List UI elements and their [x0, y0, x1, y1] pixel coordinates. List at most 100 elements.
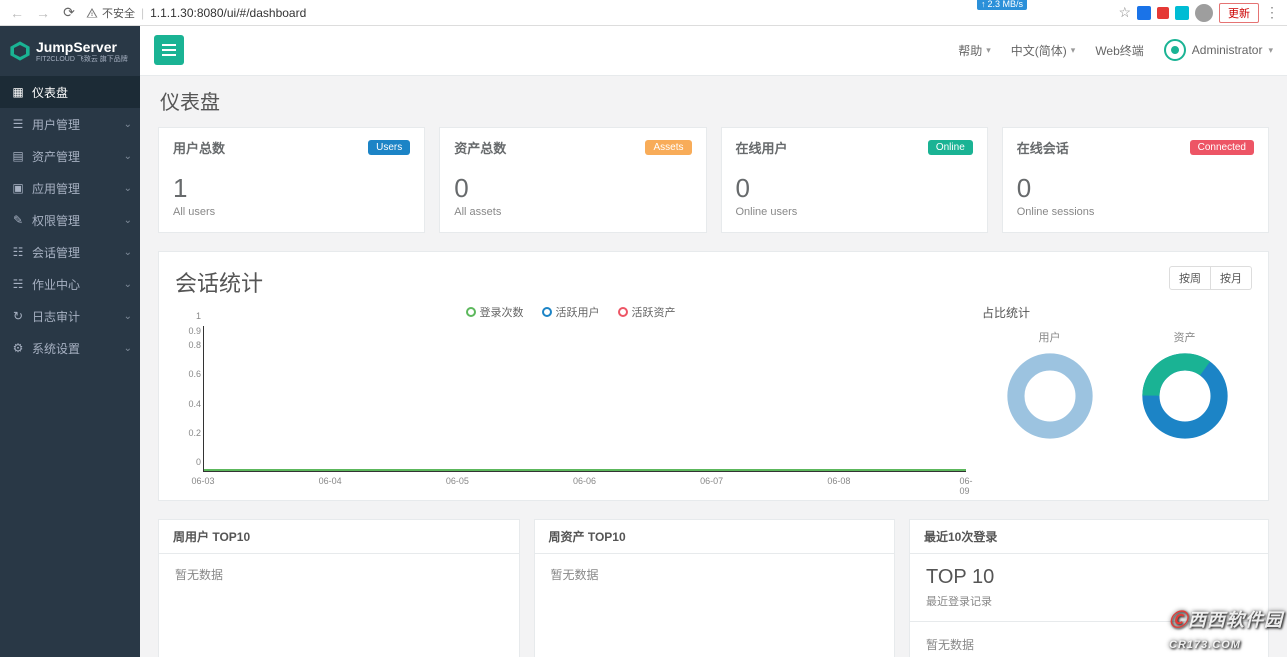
sidebar-item-6[interactable]: ☵作业中心⌄ — [0, 268, 140, 300]
browser-chrome: ← → ⟳ 不安全 | 1.1.1.30:8080/ui/#/dashboard… — [0, 0, 1287, 26]
not-secure-indicator[interactable]: 不安全 — [86, 5, 135, 21]
sidebar-item-4[interactable]: ✎权限管理⌄ — [0, 204, 140, 236]
chart-series-line — [204, 469, 966, 471]
card-badge: Online — [928, 140, 973, 155]
stat-cards-row: 用户总数Users1All users资产总数Assets0All assets… — [158, 127, 1269, 233]
empty-text: 暂无数据 — [910, 621, 1268, 657]
period-buttons: 按周 按月 — [1169, 266, 1252, 290]
menu-icon: ⚙ — [10, 341, 26, 355]
menu-label: 日志审计 — [32, 308, 80, 325]
sidebar-item-7[interactable]: ↻ 日志审计 ⌄ — [0, 300, 140, 332]
bottom-row: 周用户 TOP10 暂无数据 周资产 TOP10 暂无数据 最近10次登录 TO… — [158, 519, 1269, 657]
sidebar-toggle[interactable] — [154, 35, 184, 65]
top10-title: TOP 10 — [926, 566, 1252, 589]
donut-user-label: 用户 — [1005, 329, 1095, 345]
line-chart: 登录次数 活跃用户 活跃资产 00.20.40.60.80.91 06-0306… — [175, 304, 966, 486]
x-tick: 06-05 — [446, 476, 469, 486]
panel-title: 周用户 TOP10 — [159, 520, 519, 554]
panel-title: 最近10次登录 — [910, 520, 1268, 554]
sidebar-item-0[interactable]: ▦ 仪表盘 — [0, 76, 140, 108]
menu-icon: ↻ — [10, 309, 26, 323]
card-sub: Online users — [736, 206, 973, 218]
menu-label: 系统设置 — [32, 340, 80, 357]
menu-icon: ▦ — [10, 85, 26, 99]
profile-avatar[interactable] — [1195, 4, 1213, 22]
lang-select[interactable]: 中文(简体)▾ — [1011, 42, 1076, 59]
chevron-down-icon: ▾ — [1268, 45, 1273, 56]
user-name: Administrator — [1192, 43, 1263, 57]
legend-item[interactable]: 活跃资产 — [618, 304, 676, 320]
chevron-down-icon: ⌄ — [124, 151, 132, 162]
chevron-down-icon: ⌄ — [124, 215, 132, 226]
x-tick: 06-03 — [191, 476, 214, 486]
y-tick: 0.6 — [177, 369, 201, 379]
card-sub: All assets — [454, 206, 691, 218]
extension-icon-2[interactable] — [1157, 7, 1169, 19]
reload-icon[interactable]: ⟳ — [60, 4, 78, 22]
card-badge: Users — [368, 140, 410, 155]
top10-sub: 最近登录记录 — [926, 593, 1252, 609]
card-title: 用户总数 — [173, 138, 225, 157]
bookmark-icon[interactable]: ☆ — [1118, 4, 1131, 21]
card-value: 0 — [736, 173, 973, 204]
forward-icon[interactable]: → — [34, 4, 52, 22]
update-button[interactable]: 更新 — [1219, 3, 1259, 23]
stat-card: 用户总数Users1All users — [158, 127, 425, 233]
card-title: 在线会话 — [1017, 138, 1069, 157]
chart-legend: 登录次数 活跃用户 活跃资产 — [175, 304, 966, 320]
user-avatar-icon — [1164, 39, 1186, 61]
legend-item[interactable]: 活跃用户 — [542, 304, 600, 320]
menu-label: 用户管理 — [32, 116, 80, 133]
menu-icon: ✎ — [10, 213, 26, 227]
sidebar-menu: ▦仪表盘☰用户管理⌄▤资产管理⌄▣应用管理⌄✎权限管理⌄☷会话管理⌄☵作业中心⌄… — [0, 76, 140, 657]
more-icon[interactable]: ⋮ — [1265, 4, 1279, 21]
warning-icon — [86, 7, 98, 19]
ratio-title: 占比统计 — [982, 304, 1252, 321]
btn-week[interactable]: 按周 — [1169, 266, 1211, 290]
user-menu[interactable]: Administrator ▾ — [1164, 39, 1273, 61]
y-tick: 1 — [177, 311, 201, 321]
not-secure-label: 不安全 — [102, 5, 135, 21]
y-tick: 0 — [177, 457, 201, 467]
sidebar: JumpServer FIT2CLOUD 飞致云 旗下品牌 ▦ 仪表盘 ☰ 用户管理 ⌄… — [0, 26, 140, 657]
extension-icon-3[interactable] — [1175, 6, 1189, 20]
back-icon[interactable]: ← — [8, 4, 26, 22]
chart-plot-area — [203, 326, 966, 472]
logo-name: JumpServer — [36, 40, 128, 54]
main: 帮助▾ 中文(简体)▾ Web终端 Administrator ▾ 仪表盘 用户… — [140, 26, 1287, 657]
sidebar-item-5[interactable]: ☷会话管理⌄ — [0, 236, 140, 268]
sidebar-item-2[interactable]: ▤资产管理⌄ — [0, 140, 140, 172]
logo-icon — [8, 39, 32, 63]
chevron-down-icon: ⌄ — [124, 343, 132, 354]
chevron-down-icon: ⌄ — [124, 183, 132, 194]
menu-icon: ☰ — [10, 117, 26, 131]
help-link[interactable]: 帮助▾ — [958, 42, 991, 59]
menu-icon: ☵ — [10, 277, 26, 291]
logo[interactable]: JumpServer FIT2CLOUD 飞致云 旗下品牌 — [0, 26, 140, 76]
session-stats-title: 会话统计 — [175, 266, 263, 298]
empty-text: 暂无数据 — [159, 554, 519, 595]
menu-label: 资产管理 — [32, 148, 80, 165]
legend-item[interactable]: 登录次数 — [466, 304, 524, 320]
extension-icon-1[interactable] — [1137, 6, 1151, 20]
sidebar-item-8[interactable]: ⚙ 系统设置 ⌄ — [0, 332, 140, 364]
card-value: 1 — [173, 173, 410, 204]
web-terminal-link[interactable]: Web终端 — [1095, 42, 1143, 59]
donut-assets — [1140, 351, 1230, 441]
card-title: 资产总数 — [454, 138, 506, 157]
menu-label: 仪表盘 — [32, 84, 68, 101]
topbar: 帮助▾ 中文(简体)▾ Web终端 Administrator ▾ — [140, 26, 1287, 76]
panel-recent-logins: 最近10次登录 TOP 10 最近登录记录 暂无数据 — [909, 519, 1269, 657]
y-tick: 0.9 — [177, 326, 201, 336]
x-tick: 06-04 — [319, 476, 342, 486]
sidebar-item-3[interactable]: ▣应用管理⌄ — [0, 172, 140, 204]
sidebar-item-1[interactable]: ☰用户管理⌄ — [0, 108, 140, 140]
btn-month[interactable]: 按月 — [1211, 266, 1252, 290]
chevron-down-icon: ▾ — [986, 45, 991, 56]
hamburger-icon — [162, 44, 176, 56]
address-bar[interactable]: 1.1.1.30:8080/ui/#/dashboard — [150, 6, 306, 20]
chevron-down-icon: ⌄ — [124, 311, 132, 322]
y-tick: 0.4 — [177, 399, 201, 409]
panel-week-users: 周用户 TOP10 暂无数据 — [158, 519, 520, 657]
chevron-down-icon: ⌄ — [124, 279, 132, 290]
